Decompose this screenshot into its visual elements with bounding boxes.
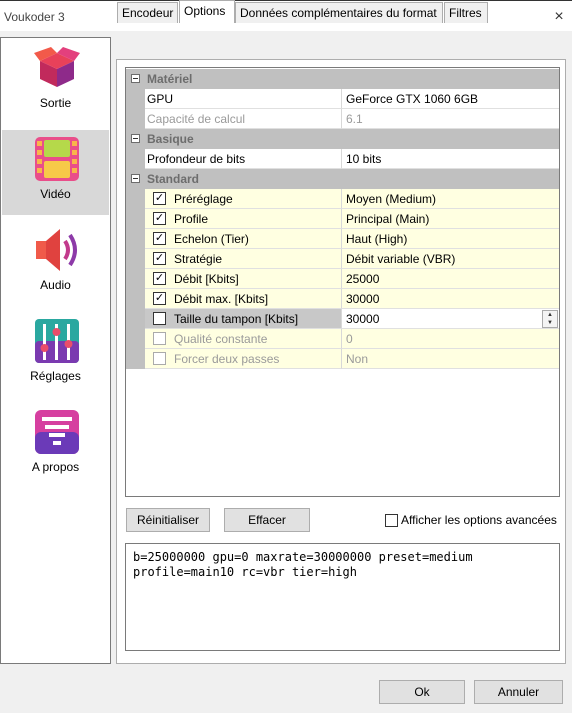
property-row-gpu[interactable]: GPU GeForce GTX 1060 6GB [126, 89, 559, 109]
command-line-output[interactable]: b=25000000 gpu=0 maxrate=30000000 preset… [125, 543, 560, 651]
clear-button[interactable]: Effacer [224, 508, 310, 532]
tab-filtres[interactable]: Filtres [444, 2, 488, 23]
sidebar-item-reglages[interactable]: Réglages [2, 312, 109, 397]
tab-donnees-format[interactable]: Données complémentaires du format [235, 2, 443, 23]
checkbox-debit[interactable]: ✓ [153, 272, 166, 286]
sidebar-item-audio[interactable]: Audio [2, 221, 109, 306]
property-row-debit-max[interactable]: ✓ Débit max. [Kbits] 30000 [126, 289, 559, 309]
property-name: Qualité constante [174, 332, 268, 346]
tornado-icon [35, 410, 79, 454]
category-label: Basique [147, 132, 194, 146]
ok-button[interactable]: Ok [379, 680, 465, 704]
property-value[interactable]: Débit variable (VBR) [342, 249, 559, 269]
property-value: 6.1 [342, 109, 559, 129]
property-row-capacite: Capacité de calcul 6.1 [126, 109, 559, 129]
property-value-editor[interactable]: 30000 ▲ ▼ [342, 309, 559, 329]
advanced-options-label: Afficher les options avancées [401, 513, 557, 527]
property-row-profondeur[interactable]: Profondeur de bits 10 bits [126, 149, 559, 169]
collapse-icon[interactable] [131, 74, 140, 83]
advanced-options-toggle[interactable]: Afficher les options avancées [385, 512, 557, 528]
property-name: Débit [Kbits] [174, 272, 239, 286]
property-row-tampon[interactable]: Taille du tampon [Kbits] 30000 ▲ ▼ [126, 309, 559, 329]
property-row-qualite[interactable]: Qualité constante 0 [126, 329, 559, 349]
box-icon [34, 47, 80, 87]
collapse-icon[interactable] [131, 174, 140, 183]
property-value[interactable]: Moyen (Medium) [342, 189, 559, 209]
property-row-passes[interactable]: Forcer deux passes Non [126, 349, 559, 369]
film-icon [35, 137, 79, 181]
category-materiel[interactable]: Matériel [126, 69, 559, 89]
property-value[interactable]: Principal (Main) [342, 209, 559, 229]
property-value[interactable]: 30000 [342, 289, 559, 309]
window-title: Voukoder 3 [4, 10, 65, 24]
property-row-tier[interactable]: ✓ Echelon (Tier) Haut (High) [126, 229, 559, 249]
checkbox-strategie[interactable]: ✓ [153, 252, 166, 266]
checkbox-preset[interactable]: ✓ [153, 192, 166, 206]
property-row-strategie[interactable]: ✓ Stratégie Débit variable (VBR) [126, 249, 559, 269]
close-icon[interactable]: × [546, 4, 572, 30]
property-name: Débit max. [Kbits] [174, 292, 269, 306]
property-value[interactable]: 10 bits [342, 149, 559, 169]
sliders-icon [35, 319, 79, 363]
speaker-icon [36, 229, 77, 271]
property-name: Taille du tampon [Kbits] [174, 312, 299, 326]
property-name: Profondeur de bits [145, 149, 342, 169]
property-value[interactable]: GeForce GTX 1060 6GB [342, 89, 559, 109]
property-row-preset[interactable]: ✓ Préréglage Moyen (Medium) [126, 189, 559, 209]
advanced-options-checkbox[interactable] [385, 514, 398, 528]
category-label: Standard [147, 172, 200, 186]
property-name: Forcer deux passes [174, 352, 280, 366]
property-value[interactable]: 25000 [342, 269, 559, 289]
sidebar: Sortie Vidéo Audio Réglages A propos [0, 37, 111, 664]
property-name: Préréglage [174, 192, 233, 206]
sidebar-item-sortie[interactable]: Sortie [2, 39, 109, 124]
property-value[interactable]: Haut (High) [342, 229, 559, 249]
sidebar-item-label: Vidéo [40, 187, 71, 201]
property-value: Non [342, 349, 559, 369]
property-name: Profile [174, 212, 209, 226]
sidebar-item-label: Réglages [30, 369, 81, 383]
property-grid: Matériel GPU GeForce GTX 1060 6GB Capaci… [125, 67, 560, 497]
checkbox-passes[interactable] [153, 352, 166, 366]
property-row-debit[interactable]: ✓ Débit [Kbits] 25000 [126, 269, 559, 289]
property-row-profile[interactable]: ✓ Profile Principal (Main) [126, 209, 559, 229]
sidebar-item-apropos[interactable]: A propos [2, 403, 109, 488]
category-label: Matériel [147, 72, 193, 86]
checkbox-debit-max[interactable]: ✓ [153, 292, 166, 306]
tab-options[interactable]: Options [179, 0, 235, 23]
reset-button[interactable]: Réinitialiser [126, 508, 210, 532]
cancel-button[interactable]: Annuler [474, 680, 563, 704]
collapse-icon[interactable] [131, 134, 140, 143]
sidebar-item-label: Audio [40, 278, 71, 292]
category-standard[interactable]: Standard [126, 169, 559, 189]
checkbox-tier[interactable]: ✓ [153, 232, 166, 246]
property-name: Stratégie [174, 252, 223, 266]
sidebar-item-label: Sortie [39, 96, 72, 110]
sidebar-item-video[interactable]: Vidéo [2, 130, 109, 215]
property-value: 0 [342, 329, 559, 349]
sidebar-item-label: A propos [31, 460, 80, 474]
property-name: Capacité de calcul [145, 109, 342, 129]
property-name: Echelon (Tier) [174, 232, 249, 246]
category-basique[interactable]: Basique [126, 129, 559, 149]
checkbox-tampon[interactable] [153, 312, 166, 326]
checkbox-qualite[interactable] [153, 332, 166, 346]
property-value[interactable]: 30000 [346, 312, 379, 326]
checkbox-profile[interactable]: ✓ [153, 212, 166, 226]
property-name: GPU [145, 89, 342, 109]
tab-encodeur[interactable]: Encodeur [117, 2, 178, 23]
spinner-arrows-icon[interactable]: ▲ ▼ [542, 310, 558, 328]
